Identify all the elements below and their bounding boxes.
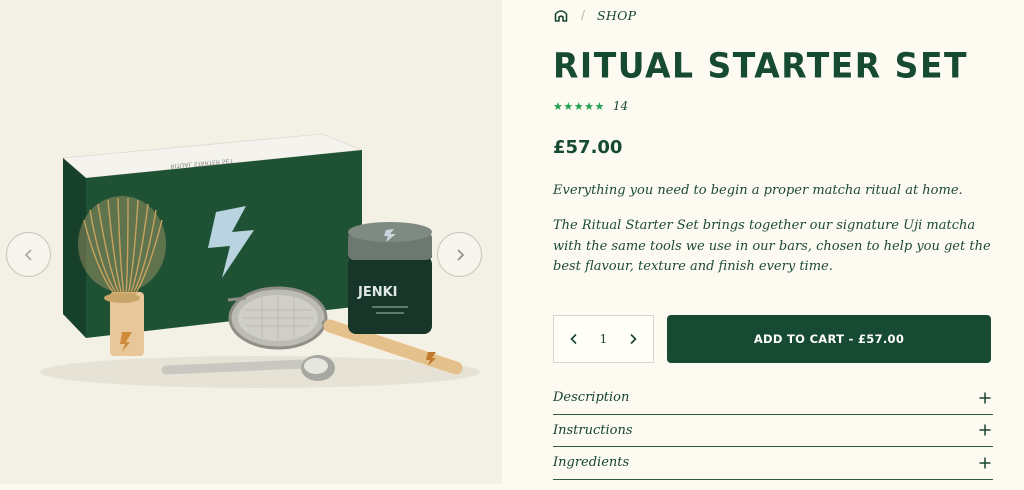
home-icon [554,10,568,22]
product-accordion: Description Instructions Ingredients [553,382,993,480]
product-gallery: RITUAL STARTER SET JENKI [0,0,502,484]
accordion-description[interactable]: Description [553,382,993,415]
product-price: £57.00 [553,137,623,158]
add-to-cart-button[interactable]: ADD TO CART - £57.00 [667,315,991,363]
quantity-value[interactable]: 1 [600,332,608,346]
product-image: RITUAL STARTER SET JENKI [40,133,480,388]
home-link[interactable] [553,7,569,23]
accordion-label: Description [553,390,630,406]
chevron-right-icon [456,248,464,261]
plus-icon [979,392,991,404]
rating-stars: ★★★★★ [553,99,605,113]
breadcrumb-separator: / [581,8,586,22]
plus-icon [979,457,991,469]
product-intro: Everything you need to begin a proper ma… [553,183,963,198]
accordion-ingredients[interactable]: Ingredients [553,447,993,480]
chevron-left-icon [24,248,32,261]
breadcrumb: / SHOP [553,6,636,24]
accordion-label: Ingredients [553,455,630,471]
chevron-right-icon [630,333,637,345]
product-description: The Ritual Starter Set brings together o… [553,218,991,274]
product-rating[interactable]: ★★★★★ 14 [553,99,628,113]
gallery-prev-button[interactable] [6,232,51,277]
plus-icon [979,424,991,436]
accordion-label: Instructions [553,422,633,438]
breadcrumb-shop-link[interactable]: SHOP [597,8,636,23]
gallery-next-button[interactable] [437,232,482,277]
accordion-instructions[interactable]: Instructions [553,415,993,447]
quantity-increase-button[interactable] [627,333,639,345]
chevron-left-icon [570,333,577,345]
tin-brand: JENKI [357,285,398,300]
quantity-stepper: 1 [553,315,654,363]
review-count: 14 [612,99,629,113]
quantity-decrease-button[interactable] [568,333,580,345]
product-title: RITUAL STARTER SET [553,45,968,86]
